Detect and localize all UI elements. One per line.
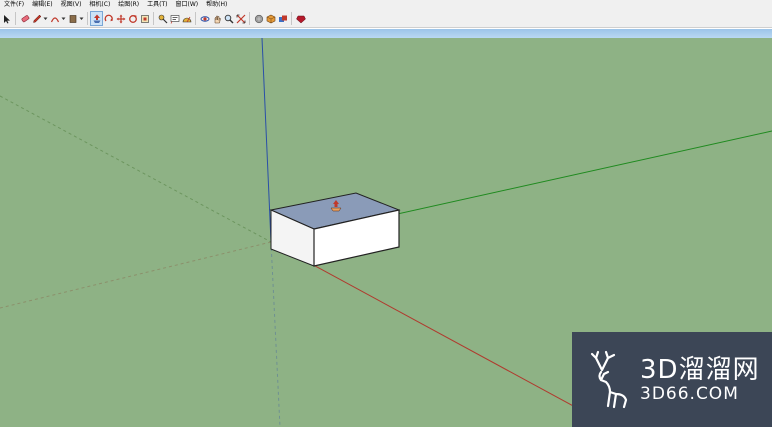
toolbar-separator — [249, 12, 250, 25]
menu-tools[interactable]: 工具(T) — [143, 0, 171, 10]
menu-view[interactable]: 视图(V) — [57, 0, 86, 10]
sky-band — [0, 29, 772, 38]
rotate-icon[interactable] — [103, 12, 114, 25]
pencil-icon[interactable] — [31, 12, 42, 25]
toolbar-separator — [15, 12, 16, 25]
menu-help[interactable]: 帮助(H) — [202, 0, 231, 10]
toolbar-separator — [195, 12, 196, 25]
offset-icon[interactable] — [139, 12, 150, 25]
arc-icon[interactable] — [49, 12, 60, 25]
zoom-extents-icon[interactable] — [235, 12, 246, 25]
follow-me-icon[interactable] — [127, 12, 138, 25]
text-icon[interactable] — [169, 12, 180, 25]
pencil-dropdown-icon[interactable] — [43, 12, 48, 25]
eraser-icon[interactable] — [19, 12, 30, 25]
orbit-icon[interactable] — [199, 12, 210, 25]
watermark-text: 3D溜溜网 3D66.COM — [640, 356, 760, 404]
menu-edit[interactable]: 编辑(E) — [28, 0, 56, 10]
ruby-icon[interactable] — [295, 12, 306, 25]
rectangle-icon[interactable] — [67, 12, 78, 25]
push-pull-icon[interactable] — [90, 11, 103, 26]
toolbar-separator — [153, 12, 154, 25]
tape-measure-icon[interactable] — [157, 12, 168, 25]
toolbar — [0, 10, 772, 28]
menu-camera[interactable]: 相机(C) — [85, 0, 114, 10]
warehouse-icon[interactable] — [253, 12, 264, 25]
component-icon[interactable] — [277, 12, 288, 25]
menu-bar: 文件(F) 编辑(E) 视图(V) 相机(C) 绘图(R) 工具(T) 窗口(W… — [0, 0, 772, 10]
watermark-domain: 3D66.COM — [640, 383, 739, 404]
menu-window[interactable]: 窗口(W) — [172, 0, 203, 10]
menu-file[interactable]: 文件(F) — [0, 0, 28, 10]
menu-draw[interactable]: 绘图(R) — [114, 0, 143, 10]
watermark-chinese: 3D溜溜网 — [640, 354, 760, 385]
move-icon[interactable] — [115, 12, 126, 25]
rectangle-dropdown-icon[interactable] — [79, 12, 84, 25]
toolbar-separator — [87, 12, 88, 25]
deer-logo-icon — [590, 350, 628, 408]
pan-icon[interactable] — [211, 12, 222, 25]
arc-dropdown-icon[interactable] — [61, 12, 66, 25]
select-icon[interactable] — [1, 12, 12, 25]
zoom-icon[interactable] — [223, 12, 234, 25]
watermark-3d66: 3D溜溜网 3D66.COM — [572, 332, 772, 427]
toolbar-separator — [291, 12, 292, 25]
protractor-icon[interactable] — [181, 12, 192, 25]
extension-warehouse-icon[interactable] — [265, 12, 276, 25]
